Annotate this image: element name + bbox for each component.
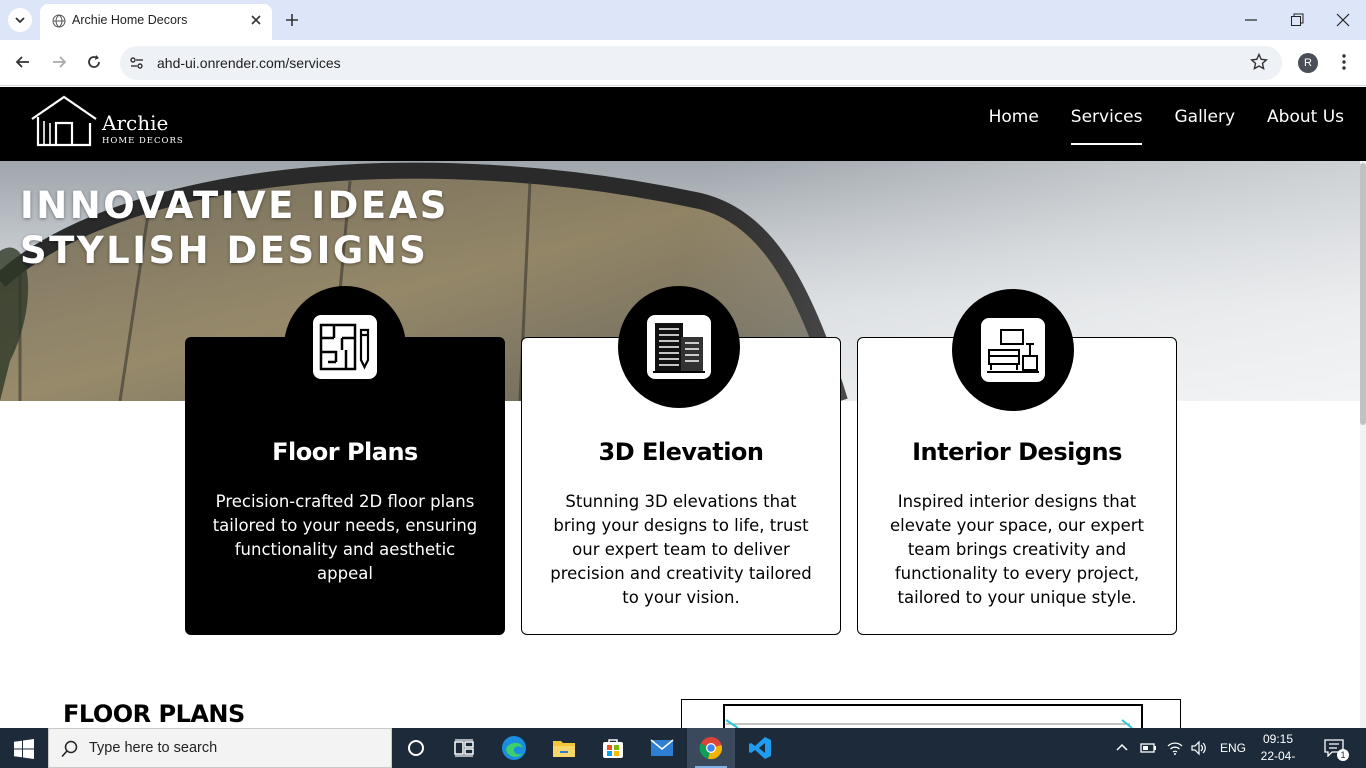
logo-name: Archie [102, 111, 169, 135]
globe-icon [52, 14, 66, 28]
nav-services[interactable]: Services [1070, 87, 1142, 145]
nav-home[interactable]: Home [989, 87, 1039, 143]
nav-about-us[interactable]: About Us [1267, 87, 1344, 143]
vscode-icon[interactable] [736, 728, 784, 768]
site-logo[interactable]: Archie HOME DECORS [30, 93, 190, 153]
profile-avatar[interactable]: R [1298, 53, 1318, 73]
mail-icon[interactable] [638, 728, 686, 768]
address-bar[interactable]: ahd-ui.onrender.com/services [120, 46, 1282, 80]
nav-gallery[interactable]: Gallery [1174, 87, 1235, 143]
close-icon[interactable] [250, 14, 262, 26]
more-menu-icon[interactable] [1336, 52, 1352, 72]
wifi-icon[interactable] [1166, 740, 1184, 756]
language-indicator[interactable]: ENG [1220, 741, 1246, 755]
card-title: 3D Elevation [598, 438, 765, 466]
minimize-icon[interactable] [1244, 10, 1258, 30]
chrome-icon[interactable] [687, 728, 735, 768]
floor-plan-icon [284, 286, 406, 408]
browser-tab-strip: Archie Home Decors [0, 0, 1366, 40]
forward-arrow-icon[interactable] [50, 53, 68, 71]
chevron-up-icon[interactable] [1114, 740, 1130, 756]
scrollbar-thumb[interactable] [1360, 163, 1366, 425]
interior-icon [952, 289, 1074, 411]
main-nav: Home Services Gallery About Us [957, 87, 1344, 161]
card-description: Stunning 3D elevations that bring your d… [550, 492, 812, 607]
logo-subtitle: HOME DECORS [102, 136, 184, 146]
clock-date: 22-04-2024 [1260, 749, 1296, 768]
url-text[interactable]: ahd-ui.onrender.com/services [157, 55, 341, 71]
card-description: Inspired interior designs that elevate y… [890, 492, 1144, 607]
edge-icon[interactable] [490, 728, 538, 768]
hero-line-1: INNOVATIVE IDEAS [20, 184, 449, 227]
tab-search-button[interactable] [8, 8, 32, 32]
section-heading: FLOOR PLANS [63, 700, 245, 728]
address-toolbar: ahd-ui.onrender.com/services R [0, 40, 1366, 86]
taskbar-clock[interactable]: 09:15 22-04-2024 [1248, 731, 1308, 768]
reload-icon[interactable] [85, 53, 103, 71]
cortana-icon[interactable] [392, 728, 440, 768]
clock-time: 09:15 [1262, 732, 1294, 746]
tab-title: Archie Home Decors [72, 13, 188, 27]
store-icon[interactable] [589, 728, 637, 768]
card-description: Precision-crafted 2D floor plans tailore… [212, 492, 478, 583]
windows-taskbar: Type here to search ENG 09:15 22-04-2024… [0, 728, 1366, 768]
page-scrollbar[interactable] [1360, 161, 1366, 728]
card-title: Floor Plans [272, 438, 418, 466]
house-logo-icon [31, 95, 97, 147]
file-explorer-icon[interactable] [540, 728, 588, 768]
notification-center[interactable]: 1 [1324, 728, 1349, 768]
chevron-down-icon [15, 17, 25, 24]
search-placeholder: Type here to search [89, 740, 218, 756]
system-tray: ENG [1114, 728, 1246, 768]
task-view-icon[interactable] [440, 728, 488, 768]
search-icon [61, 740, 78, 758]
site-header: Archie HOME DECORS Home Services Gallery… [0, 87, 1366, 161]
new-tab-icon[interactable] [282, 10, 302, 30]
window-close-icon[interactable] [1336, 10, 1350, 30]
windows-start-icon[interactable] [14, 739, 34, 759]
notification-count: 1 [1337, 749, 1349, 761]
hero-line-2: STYLISH DESIGNS [20, 229, 429, 272]
building-icon [618, 286, 740, 408]
hero-heading: INNOVATIVE IDEAS STYLISH DESIGNS [20, 183, 449, 273]
volume-icon[interactable] [1190, 740, 1208, 756]
card-title: Interior Designs [912, 438, 1122, 466]
bookmark-star-icon[interactable] [1250, 53, 1268, 71]
browser-tab[interactable]: Archie Home Decors [40, 4, 272, 40]
battery-icon[interactable] [1140, 740, 1158, 756]
restore-icon[interactable] [1290, 10, 1304, 30]
back-arrow-icon[interactable] [14, 53, 32, 71]
site-settings-icon[interactable] [128, 54, 146, 72]
taskbar-search-box[interactable]: Type here to search [48, 728, 392, 768]
